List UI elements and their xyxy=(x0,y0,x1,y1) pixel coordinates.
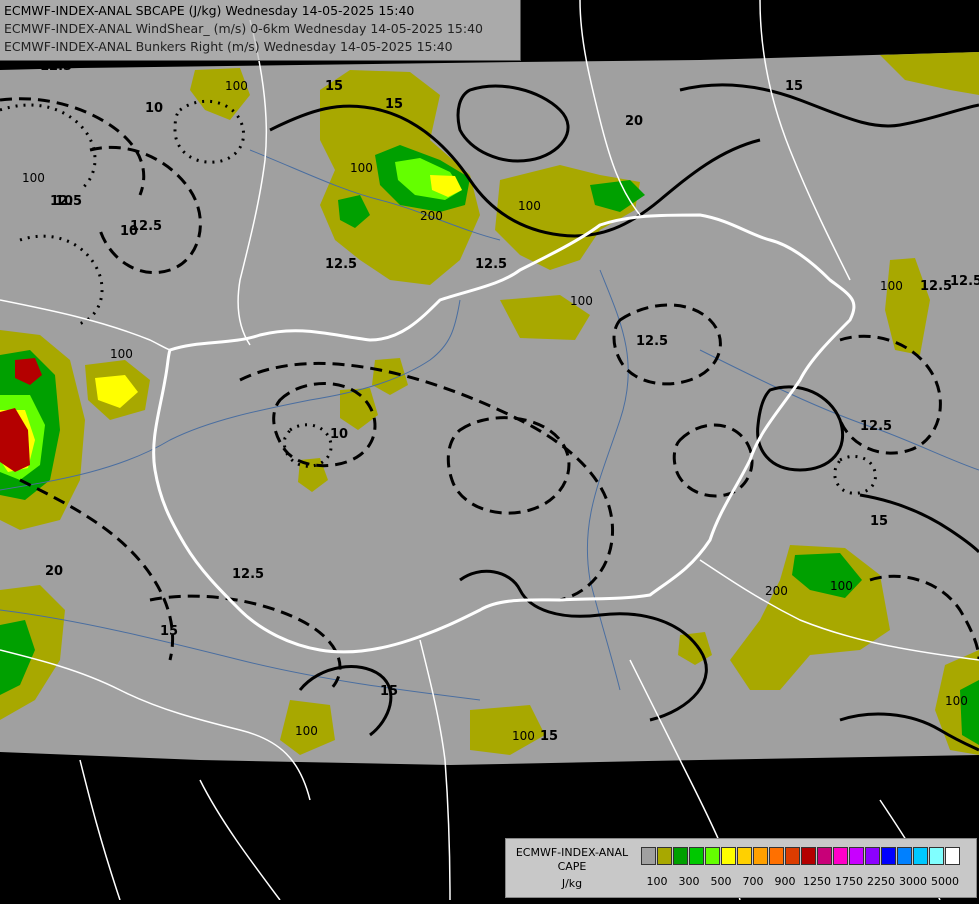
legend-swatch xyxy=(945,847,960,865)
legend-swatch xyxy=(737,847,752,865)
contour-label: 12.5 xyxy=(920,279,952,294)
contour-label: 15 xyxy=(160,624,178,639)
cape-area-se-edge-green xyxy=(960,680,979,745)
contour-label: 10 xyxy=(55,194,73,209)
legend-tick-label: 100 xyxy=(646,875,668,888)
legend-swatch xyxy=(657,847,672,865)
cape-legend: ECMWF-INDEX-ANAL CAPE J/kg 100 300 500 700 9… xyxy=(505,838,977,898)
cape-label: 100 xyxy=(22,171,45,185)
contour-label: 12.5 xyxy=(232,567,264,582)
legend-swatch xyxy=(865,847,880,865)
cape-label: 100 xyxy=(830,579,853,593)
cape-label: 100 xyxy=(880,279,903,293)
legend-swatch xyxy=(753,847,768,865)
map-svg: 12.515102012.51512.512.512.51512.512.515… xyxy=(0,0,979,901)
contour-label: 15 xyxy=(385,97,403,112)
legend-swatch xyxy=(721,847,736,865)
legend-swatch xyxy=(849,847,864,865)
cape-label: 100 xyxy=(295,724,318,738)
map-canvas: 12.5 15 10 20 12.5 15 12.5 12.5 12.5 15 12.5 12.5 15… xyxy=(0,0,979,901)
legend-swatch xyxy=(641,847,656,865)
cape-label: 200 xyxy=(765,584,788,598)
contour-label: 20 xyxy=(625,114,643,129)
contour-label: 12.5 xyxy=(636,334,668,349)
legend-swatch xyxy=(673,847,688,865)
legend-tick-label: 1250 xyxy=(803,875,831,888)
legend-title-units: J/kg xyxy=(561,877,583,890)
contour-label: 15 xyxy=(540,729,558,744)
contour-label: 15 xyxy=(785,79,803,94)
legend-swatch xyxy=(817,847,832,865)
contour-label: 15 xyxy=(325,79,343,94)
cape-label: 100 xyxy=(518,199,541,213)
contour-label: 10 xyxy=(330,427,348,442)
legend-swatch xyxy=(881,847,896,865)
contour-label: 12.5 xyxy=(475,257,507,272)
contour-label: 12.5 xyxy=(40,59,72,74)
legend-tick-label: 5000 xyxy=(931,875,959,888)
title-windshear: ECMWF-INDEX-ANAL WindShear_ (m/s) 0-6km … xyxy=(4,21,483,36)
cape-label: 100 xyxy=(512,729,535,743)
cape-label: 100 xyxy=(945,694,968,708)
legend-swatch xyxy=(801,847,816,865)
legend-tick-label: 300 xyxy=(678,875,700,888)
contour-label: 15 xyxy=(380,684,398,699)
legend-swatch xyxy=(769,847,784,865)
contour-label: 12.5 xyxy=(325,257,357,272)
cape-label: 100 xyxy=(570,294,593,308)
contour-label: 12.5 xyxy=(860,419,892,434)
cape-label: 200 xyxy=(420,209,443,223)
contour-label: 10 xyxy=(145,101,163,116)
contour-label: 12.5 xyxy=(950,274,979,289)
legend-tick-label: 2250 xyxy=(867,875,895,888)
legend-title-cape: CAPE xyxy=(557,860,587,873)
cape-label: 100 xyxy=(225,79,248,93)
legend-tick-label: 700 xyxy=(742,875,764,888)
legend-swatch xyxy=(929,847,944,865)
legend-swatch xyxy=(705,847,720,865)
legend-swatch xyxy=(833,847,848,865)
title-panel: ECMWF-INDEX-ANAL SBCAPE (J/kg) Wednesday… xyxy=(0,0,521,61)
contour-label: 15 xyxy=(870,514,888,529)
legend-title-model: ECMWF-INDEX-ANAL xyxy=(515,846,629,859)
cape-label: 100 xyxy=(110,347,133,361)
legend-tick-label: 3000 xyxy=(899,875,927,888)
cape-label: 100 xyxy=(350,161,373,175)
contour-label: 20 xyxy=(45,564,63,579)
legend-tick-label: 1750 xyxy=(835,875,863,888)
legend-swatch xyxy=(689,847,704,865)
title-bunkers: ECMWF-INDEX-ANAL Bunkers Right (m/s) Wed… xyxy=(4,39,453,54)
legend-swatch xyxy=(785,847,800,865)
title-sbcape: ECMWF-INDEX-ANAL SBCAPE (J/kg) Wednesday… xyxy=(4,3,415,18)
contour-label: 10 xyxy=(120,224,138,239)
legend-swatch xyxy=(897,847,912,865)
legend-tick-label: 500 xyxy=(710,875,732,888)
legend-tick-label: 900 xyxy=(774,875,796,888)
legend-swatch xyxy=(913,847,928,865)
